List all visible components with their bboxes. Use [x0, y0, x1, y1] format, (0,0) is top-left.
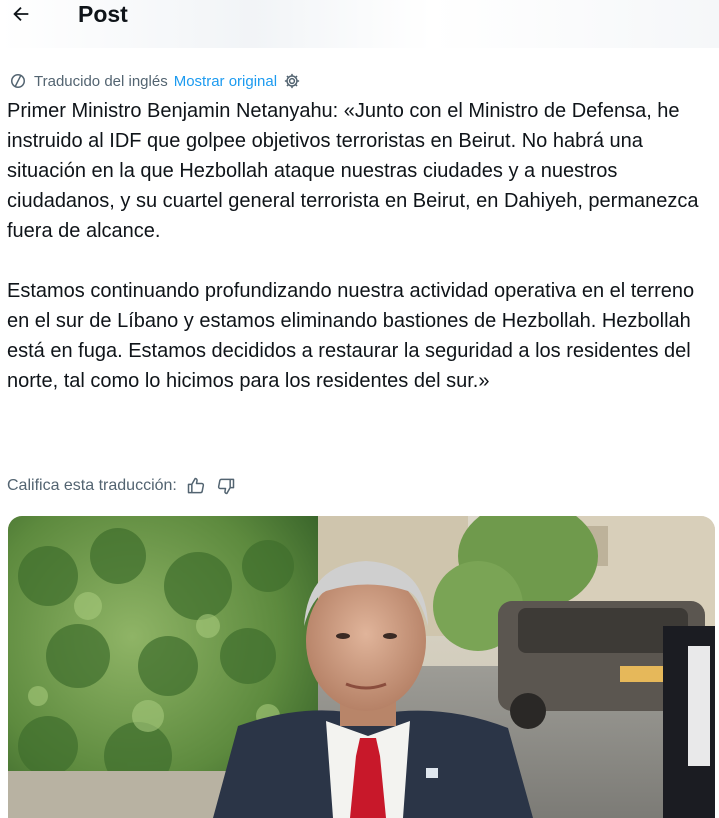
post-paragraph: Estamos continuando profundizando nuestr… — [7, 280, 695, 392]
post-body: Primer Ministro Benjamin Netanyahu: «Jun… — [7, 96, 712, 396]
rate-label: Califica esta traducción: — [7, 477, 177, 494]
video-thumbnail — [8, 516, 715, 818]
translation-info: Traducido del inglés Mostrar original — [8, 70, 301, 92]
translate-icon — [8, 71, 28, 91]
post-media[interactable] — [8, 516, 715, 818]
arrow-left-icon — [13, 6, 29, 22]
thumbs-up-icon[interactable] — [185, 475, 207, 497]
thumbs-down-icon[interactable] — [215, 475, 237, 497]
back-button[interactable] — [4, 0, 38, 28]
post-paragraph: Primer Ministro Benjamin Netanyahu: «Jun… — [7, 100, 699, 242]
translated-label: Traducido del inglés — [34, 72, 168, 90]
top-bar: Post — [0, 0, 719, 48]
gear-icon[interactable] — [283, 72, 301, 90]
rate-translation: Califica esta traducción: — [7, 474, 237, 498]
page-title: Post — [78, 1, 128, 27]
show-original-link[interactable]: Mostrar original — [174, 73, 277, 90]
